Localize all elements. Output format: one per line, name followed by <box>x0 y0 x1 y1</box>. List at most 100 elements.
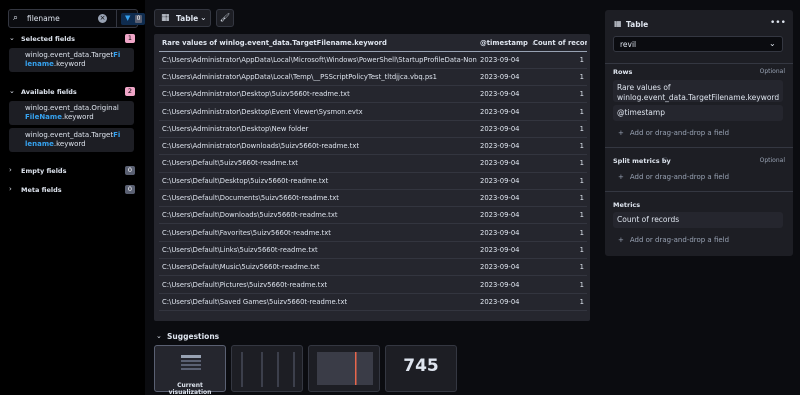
info-icon[interactable]: ⓘ <box>58 166 64 174</box>
cell-count[interactable]: 1 <box>530 241 587 260</box>
cell-filename[interactable]: C:\Users\Default\Saved Games\5uizv5660t-… <box>159 293 477 311</box>
config-panel: ▦ Table ••• revil ⌄ Rows Optional Rare v… <box>598 0 800 395</box>
metric-count-of-records[interactable]: Count of records <box>613 212 783 228</box>
cell-filename[interactable]: C:\Users\Default\Documents\5uizv5660t-re… <box>159 189 477 208</box>
cell-timestamp[interactable]: 2023-09-04 <box>477 154 530 173</box>
cell-timestamp[interactable]: 2023-09-04 <box>477 189 530 208</box>
rows-section-label: Rows <box>613 68 633 76</box>
cell-count[interactable]: 1 <box>530 51 587 69</box>
cell-count[interactable]: 1 <box>530 223 587 242</box>
visualization-type-label: Table <box>176 14 199 23</box>
table-row: C:\Users\Administrator\Downloads\5uizv56… <box>159 137 587 156</box>
cell-timestamp[interactable]: 2023-09-04 <box>477 68 530 87</box>
table-row: C:\Users\Administrator\Desktop\New folde… <box>159 120 587 138</box>
cell-filename[interactable]: C:\Users\Administrator\Desktop\Event Vie… <box>159 102 477 121</box>
cell-timestamp[interactable]: 2023-09-04 <box>477 85 530 104</box>
index-pattern-select[interactable]: revil ⌄ <box>613 36 783 52</box>
field-search-input[interactable]: ⌕ filename × ▼ 0 <box>8 9 145 28</box>
add-row-field[interactable]: + Add or drag-and-drop a field <box>618 129 735 137</box>
add-metric-field[interactable]: + Add or drag-and-drop a field <box>618 236 735 244</box>
chevron-down-icon[interactable]: ⌄ <box>9 34 15 42</box>
column-header-filename[interactable]: Rare values of winlog.event_data.TargetF… <box>159 36 477 52</box>
section-divider <box>605 191 793 192</box>
cell-count[interactable]: 1 <box>530 189 587 208</box>
cell-timestamp[interactable]: 2023-09-04 <box>477 137 530 156</box>
field-item-originalfilename[interactable]: winlog.event_data.Original FileName.keywo… <box>9 101 134 125</box>
suggestion-table-thumbnail[interactable] <box>231 345 303 392</box>
visualization-type-button[interactable]: ▦ Table ⌄ <box>154 9 211 27</box>
chevron-right-icon[interactable]: › <box>9 166 12 174</box>
plus-icon: + <box>618 173 624 181</box>
field-name-highlight: Fi <box>113 131 121 139</box>
layer-config: ▦ Table ••• revil ⌄ Rows Optional Rare v… <box>605 10 793 256</box>
cell-filename[interactable]: C:\Users\Default\Desktop\5uizv5660t-read… <box>159 172 477 190</box>
cell-filename[interactable]: C:\Users\Default\Pictures\5uizv5660t-rea… <box>159 275 477 294</box>
cell-count[interactable]: 1 <box>530 275 587 294</box>
field-filter-button[interactable]: ▼ 0 <box>121 13 145 25</box>
cell-timestamp[interactable]: 2023-09-04 <box>477 172 530 190</box>
cell-filename[interactable]: C:\Users\Default\Links\5uizv5660t-readme… <box>159 241 477 260</box>
search-icon: ⌕ <box>13 13 19 23</box>
cell-filename[interactable]: C:\Users\Default\Music\5uizv5660t-readme… <box>159 258 477 277</box>
column-header-label: @timestamp <box>480 39 528 48</box>
cell-timestamp[interactable]: 2023-09-04 <box>477 293 530 311</box>
table-icon: ▦ <box>161 13 170 23</box>
suggestion-current-visualization[interactable]: Current visualization <box>154 345 226 395</box>
cell-filename[interactable]: C:\Users\Default\5uizv5660t-readme.txt <box>159 154 477 173</box>
cell-count[interactable]: 1 <box>530 154 587 173</box>
clear-icon[interactable]: × <box>98 14 107 23</box>
cell-timestamp[interactable]: 2023-09-04 <box>477 275 530 294</box>
field-search-value[interactable]: filename <box>27 14 60 23</box>
cell-count[interactable]: 1 <box>530 206 587 225</box>
cell-count[interactable]: 1 <box>530 102 587 121</box>
cell-timestamp[interactable]: 2023-09-04 <box>477 241 530 260</box>
add-split-field[interactable]: + Add or drag-and-drop a field <box>618 173 735 181</box>
chevron-down-icon[interactable]: ⌄ <box>9 87 15 95</box>
cell-timestamp[interactable]: 2023-09-04 <box>477 51 530 69</box>
cell-filename[interactable]: C:\Users\Default\Downloads\5uizv5660t-re… <box>159 206 477 225</box>
column-chevron-icon[interactable]: ⌄ <box>531 40 536 47</box>
info-icon[interactable]: ⓘ <box>66 87 72 95</box>
cell-filename[interactable]: C:\Users\Administrator\Downloads\5uizv56… <box>159 137 477 156</box>
cell-timestamp[interactable]: 2023-09-04 <box>477 120 530 138</box>
cell-count[interactable]: 1 <box>530 293 587 311</box>
cell-count[interactable]: 1 <box>530 172 587 190</box>
optional-label: Optional <box>759 157 785 164</box>
cell-timestamp[interactable]: 2023-09-04 <box>477 206 530 225</box>
cell-count[interactable]: 1 <box>530 85 587 104</box>
cell-filename[interactable]: C:\Users\Administrator\Desktop\5uizv5660… <box>159 85 477 104</box>
column-header-label: Rare values of winlog.event_data.TargetF… <box>162 39 387 48</box>
suggestions-title[interactable]: Suggestions <box>167 332 219 341</box>
chevron-right-icon[interactable]: › <box>9 185 12 193</box>
meta-fields-heading[interactable]: Meta fields <box>21 186 62 194</box>
column-header-label: Count of records <box>533 39 587 48</box>
cell-count[interactable]: 1 <box>530 120 587 138</box>
column-chevron-icon[interactable]: ⌄ <box>481 40 486 47</box>
cell-count[interactable]: 1 <box>530 137 587 156</box>
cell-filename[interactable]: C:\Users\Administrator\AppData\Local\Mic… <box>159 51 477 69</box>
table-row: C:\Users\Administrator\AppData\Local\Mic… <box>159 51 587 69</box>
cell-count[interactable]: 1 <box>530 258 587 277</box>
cell-filename[interactable]: C:\Users\Default\Favorites\5uizv5660t-re… <box>159 223 477 242</box>
more-options-icon[interactable]: ••• <box>770 18 786 28</box>
paintbrush-button[interactable]: 🖌 <box>216 9 234 27</box>
empty-fields-count: 0 <box>125 166 135 175</box>
field-item-selected-targetfilename[interactable]: winlog.event_data.TargetFi lename.keyword <box>9 48 134 72</box>
info-icon[interactable]: ⓘ <box>662 156 668 164</box>
suggestion-heatmap-thumbnail[interactable] <box>308 345 380 392</box>
field-item-targetfilename[interactable]: winlog.event_data.TargetFi lename.keyword <box>9 128 134 152</box>
cell-count[interactable]: 1 <box>530 68 587 87</box>
field-name-pre: winlog.event_data.Original <box>25 104 119 112</box>
cell-filename[interactable]: C:\Users\Administrator\AppData\Local\Tem… <box>159 68 477 87</box>
chevron-down-icon[interactable]: ⌄ <box>156 332 162 340</box>
cell-timestamp[interactable]: 2023-09-04 <box>477 102 530 121</box>
suggestion-metric-thumbnail[interactable]: 745 <box>385 345 457 392</box>
rows-dimension-timestamp[interactable]: @timestamp <box>613 105 783 121</box>
cell-timestamp[interactable]: 2023-09-04 <box>477 258 530 277</box>
rows-dimension-filename[interactable]: Rare values of winlog.event_data.TargetF… <box>613 80 783 102</box>
cell-timestamp[interactable]: 2023-09-04 <box>477 223 530 242</box>
cell-filename[interactable]: C:\Users\Administrator\Desktop\New folde… <box>159 120 477 138</box>
table-row: C:\Users\Default\Desktop\5uizv5660t-read… <box>159 172 587 190</box>
column-header-count[interactable]: Count of records <box>530 36 587 52</box>
selected-fields-heading[interactable]: Selected fields <box>21 35 75 43</box>
